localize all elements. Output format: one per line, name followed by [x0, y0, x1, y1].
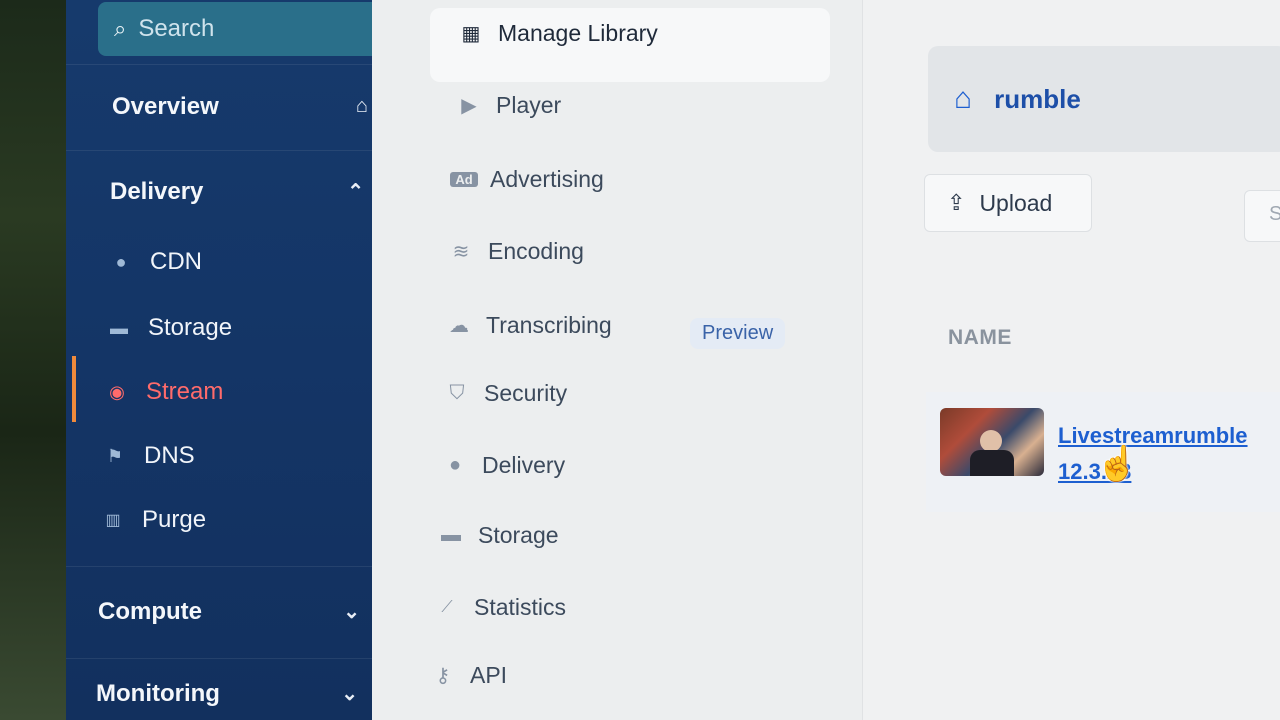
key-icon: ⚷	[435, 665, 451, 687]
upload-button[interactable]: ⇪ Upload	[924, 174, 1092, 232]
film-icon: ▦	[461, 23, 481, 45]
home-icon[interactable]: ⌂	[954, 82, 972, 116]
breadcrumb: ⌂ rumble	[928, 46, 1280, 152]
chevron-down-icon: ⌄	[343, 601, 360, 623]
subnav-label: Player	[496, 92, 562, 118]
thumbnail-person-head	[980, 430, 1002, 452]
subnav-api[interactable]: ⚷ API	[428, 662, 507, 689]
chevron-down-icon: ⌄	[341, 683, 358, 705]
section-label: Compute	[98, 597, 202, 625]
section-label: Monitoring	[96, 679, 220, 707]
sidebar-item-label: Purge	[142, 506, 207, 533]
storage-icon: ▬	[110, 317, 128, 338]
subnav-security[interactable]: ⛉ Security	[442, 380, 568, 407]
column-header-name[interactable]: NAME	[948, 326, 1012, 350]
sidebar-item-cdn[interactable]: ● CDN	[110, 248, 202, 276]
sidebar-item-label: CDN	[150, 248, 202, 275]
map-pin-icon: ●	[448, 454, 462, 476]
video-thumbnail[interactable]	[940, 408, 1044, 476]
flag-icon: ⚑	[106, 445, 124, 466]
cloud-icon: ☁	[449, 315, 469, 337]
preview-badge: Preview	[690, 318, 786, 349]
subnav-statistics[interactable]: ⟋ Statistics	[432, 594, 566, 621]
shield-icon: ⛉	[449, 382, 465, 404]
subnav-transcribing[interactable]: ☁ Transcribing	[444, 312, 612, 339]
chart-icon: ⟋	[441, 598, 453, 616]
upload-label: Upload	[979, 189, 1053, 216]
sidebar-item-stream[interactable]: ◉ Stream	[106, 378, 223, 406]
sidebar-item-dns[interactable]: ⚑ DNS	[104, 442, 195, 470]
video-title-link[interactable]: Livestreamrumble 12.3.23	[1058, 418, 1268, 490]
upload-icon: ⇪	[947, 190, 966, 215]
sidebar-item-purge[interactable]: ▥ Purge	[102, 506, 206, 534]
subnav-label: Advertising	[490, 166, 604, 192]
subnav-encoding[interactable]: ≋ Encoding	[446, 238, 584, 265]
sidebar-item-label: Storage	[148, 314, 233, 341]
primary-sidebar: ⌕ Search Overview ⌂ Delivery ⌃ ● CDN ▬ S…	[66, 0, 400, 720]
active-indicator	[72, 356, 76, 422]
sidebar-item-label: Stream	[146, 378, 224, 405]
section-label: Delivery	[110, 177, 204, 205]
section-overview[interactable]: Overview ⌂	[66, 64, 400, 148]
subnav-storage[interactable]: ▬ Storage	[436, 522, 559, 549]
map-pin-icon: ●	[115, 251, 127, 272]
search-input[interactable]: ⌕ Search	[98, 2, 380, 56]
play-icon: ▶	[461, 95, 477, 117]
subnav-delivery[interactable]: ● Delivery	[440, 452, 565, 479]
subnav-player[interactable]: ▶ Player	[454, 92, 561, 119]
toolbar-button[interactable]: S	[1244, 190, 1280, 242]
play-circle-icon: ◉	[109, 381, 125, 402]
sidebar-item-storage[interactable]: ▬ Storage	[108, 314, 232, 342]
trash-icon: ▥	[105, 512, 121, 529]
library-name[interactable]: rumble	[994, 84, 1081, 115]
subnav-label: Storage	[478, 522, 559, 548]
subnav-label: Manage Library	[498, 20, 658, 46]
section-monitoring[interactable]: Monitoring ⌄	[66, 658, 400, 720]
sidebar-item-label: DNS	[144, 442, 195, 469]
ad-icon: Ad	[450, 172, 478, 187]
subnav-advertising[interactable]: Ad Advertising	[450, 166, 604, 193]
subnav-label: Transcribing	[486, 312, 612, 338]
storage-icon: ▬	[441, 524, 461, 546]
search-icon: ⌕	[114, 16, 127, 41]
section-delivery[interactable]: Delivery ⌃	[66, 150, 400, 232]
subnav-label: Delivery	[482, 452, 566, 478]
waveform-icon: ≋	[452, 241, 470, 263]
thumbnail-person-body	[970, 450, 1014, 476]
search-placeholder: Search	[138, 15, 215, 42]
home-icon: ⌂	[355, 95, 368, 117]
section-compute[interactable]: Compute ⌄	[66, 566, 400, 656]
subnav-label: Encoding	[488, 238, 584, 264]
subnav-label: Statistics	[474, 594, 567, 620]
subnav-label: API	[470, 662, 508, 688]
subnav-label: Security	[484, 380, 568, 406]
subnav-manage-library[interactable]: ▦ Manage Library	[456, 20, 658, 47]
hand-cursor-icon: ☝	[1096, 445, 1139, 483]
section-label: Overview	[112, 92, 219, 120]
chevron-up-icon: ⌃	[347, 181, 364, 203]
